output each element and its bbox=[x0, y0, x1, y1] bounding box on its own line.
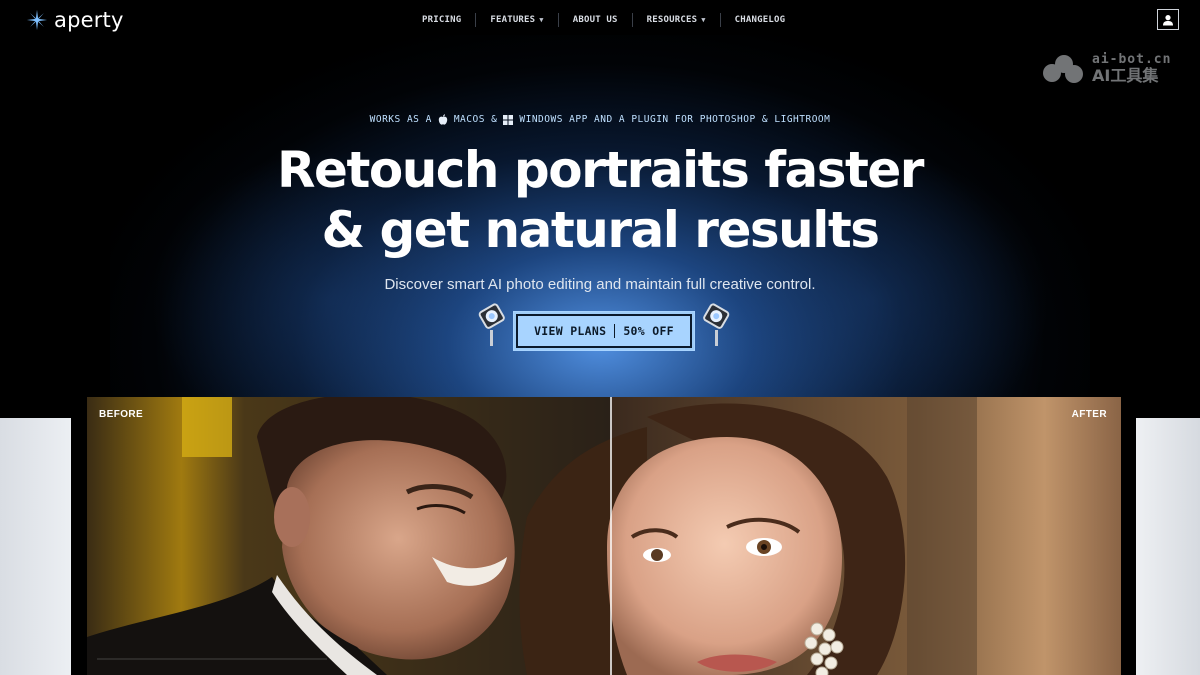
spotlight-right-icon bbox=[703, 303, 730, 346]
cta-discount: 50% OFF bbox=[623, 324, 674, 338]
eyebrow-text: WINDOWS APP AND A PLUGIN FOR PHOTOSHOP &… bbox=[519, 114, 831, 125]
nav-item-features[interactable]: FEATURES ▼ bbox=[476, 15, 557, 25]
watermark-logo-icon bbox=[1043, 54, 1083, 83]
nav-item-resources[interactable]: RESOURCES ▼ bbox=[633, 15, 720, 25]
side-panel-right bbox=[1136, 418, 1200, 675]
cta-group: VIEW PLANS 50% OFF bbox=[476, 296, 732, 352]
windows-icon bbox=[503, 114, 514, 125]
compare-divider-handle[interactable] bbox=[610, 397, 612, 675]
cta-divider bbox=[614, 324, 616, 338]
eyebrow-text: MACOS & bbox=[453, 114, 498, 125]
user-icon bbox=[1163, 14, 1173, 25]
nav-label: PRICING bbox=[422, 15, 462, 25]
brand-logo[interactable]: aperty bbox=[26, 8, 124, 32]
headline-line: Retouch portraits faster bbox=[277, 141, 924, 199]
nav-item-pricing[interactable]: PRICING bbox=[408, 15, 475, 25]
side-panel-left bbox=[0, 418, 71, 675]
cta-label: VIEW PLANS bbox=[534, 324, 607, 338]
watermark: ai-bot.cn AI工具集 bbox=[1040, 53, 1171, 84]
account-button[interactable] bbox=[1157, 9, 1179, 30]
apple-icon bbox=[438, 114, 448, 125]
nav-item-changelog[interactable]: CHANGELOG bbox=[721, 15, 800, 25]
watermark-name: AI工具集 bbox=[1092, 66, 1159, 85]
hero-headline: Retouch portraits faster & get natural r… bbox=[0, 140, 1200, 260]
chevron-down-icon: ▼ bbox=[701, 16, 706, 24]
portrait-photo bbox=[87, 397, 1121, 675]
headline-line: & get natural results bbox=[321, 201, 880, 259]
nav-label: FEATURES bbox=[490, 15, 536, 25]
before-after-slider[interactable]: BEFORE AFTER bbox=[87, 397, 1121, 675]
brand-name: aperty bbox=[54, 8, 124, 32]
chevron-down-icon: ▼ bbox=[539, 16, 544, 24]
nav-label: CHANGELOG bbox=[734, 15, 786, 25]
after-label: AFTER bbox=[1071, 409, 1107, 420]
nav-label: RESOURCES bbox=[646, 15, 698, 25]
main-nav: PRICING FEATURES ▼ ABOUT US RESOURCES ▼ CH… bbox=[408, 13, 799, 27]
view-plans-button[interactable]: VIEW PLANS 50% OFF bbox=[514, 312, 694, 350]
spotlight-left-icon bbox=[478, 303, 505, 346]
nav-item-about-us[interactable]: ABOUT US bbox=[559, 15, 632, 25]
star-logo-icon bbox=[26, 9, 48, 31]
nav-label: ABOUT US bbox=[572, 15, 618, 25]
platform-eyebrow: WORKS AS A MACOS & WINDOWS APP AND A PLU… bbox=[0, 114, 1200, 125]
watermark-url: ai-bot.cn bbox=[1092, 52, 1172, 67]
hero-subtitle: Discover smart AI photo editing and main… bbox=[384, 276, 816, 293]
eyebrow-text: WORKS AS A bbox=[369, 114, 432, 125]
before-label: BEFORE bbox=[99, 409, 144, 420]
